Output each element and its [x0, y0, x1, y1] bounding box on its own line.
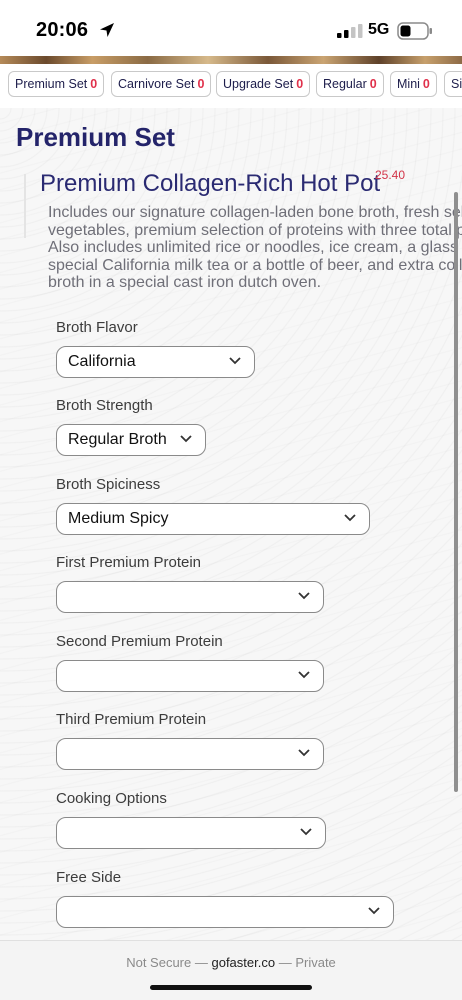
chevron-down-icon — [368, 907, 380, 915]
chevron-down-icon — [344, 514, 356, 522]
cooking-options-label: Cooking Options — [56, 790, 167, 807]
chevron-down-icon — [180, 435, 192, 443]
tab-label: Sid — [451, 77, 462, 91]
status-bar: 20:06 5G — [0, 0, 462, 56]
free-side-label: Free Side — [56, 869, 122, 886]
tab-label: Premium Set — [15, 77, 88, 91]
category-tabs: Premium Set 0 Carnivore Set 0 Upgrade Set 0… — [0, 64, 462, 108]
broth-spiciness-select[interactable]: Medium Spicy — [56, 503, 370, 535]
tab-count: 0 — [90, 77, 98, 91]
item-divider — [24, 174, 26, 238]
scrollbar[interactable] — [454, 192, 458, 792]
address-bar[interactable]: Not Secure — gofaster.co — Private — [0, 955, 462, 970]
broth-flavor-select[interactable]: California — [56, 346, 255, 378]
section-title: Premium Set — [16, 122, 175, 152]
tab-label: Regular — [323, 77, 367, 91]
broth-spiciness-label: Broth Spiciness — [56, 476, 161, 493]
chevron-down-icon — [229, 357, 241, 365]
tab-upgrade-set[interactable]: Upgrade Set 0 — [216, 71, 311, 97]
description-line: Also includes unlimited rice or noodles,… — [48, 239, 462, 256]
description-line: special California milk tea or a bottle … — [48, 256, 462, 274]
chevron-down-icon — [300, 828, 312, 836]
location-arrow-icon — [100, 23, 114, 37]
chevron-down-icon — [298, 671, 310, 679]
tab-carnivore-set[interactable]: Carnivore Set 0 — [111, 71, 212, 97]
tab-label: Carnivore Set — [118, 77, 195, 91]
third-protein-select[interactable] — [56, 738, 324, 770]
second-protein-label: Second Premium Protein — [56, 633, 223, 650]
home-indicator[interactable] — [150, 985, 312, 990]
chevron-down-icon — [298, 749, 310, 757]
tab-mini[interactable]: Mini 0 — [390, 71, 437, 97]
item-title: Premium Collagen-Rich Hot Pot — [40, 170, 381, 197]
cellular-signal-icon — [337, 24, 363, 38]
status-time: 20:06 — [36, 19, 89, 41]
broth-spiciness-value: Medium Spicy — [68, 510, 169, 527]
cooking-options-select[interactable] — [56, 817, 326, 849]
broth-flavor-value: California — [68, 353, 136, 370]
third-protein-label: Third Premium Protein — [56, 711, 207, 728]
battery-icon — [397, 22, 432, 40]
chevron-down-icon — [298, 592, 310, 600]
tab-count: 0 — [369, 77, 377, 91]
broth-strength-value: Regular Broth — [68, 431, 167, 448]
tab-count: 0 — [197, 77, 205, 91]
network-type: 5G — [368, 21, 390, 38]
tab-sides[interactable]: Sid — [444, 71, 462, 97]
broth-strength-label: Broth Strength — [56, 397, 153, 414]
browsing-mode: — Private — [278, 955, 336, 970]
item-price: 25.40 — [375, 168, 406, 182]
free-side-select[interactable] — [56, 896, 394, 928]
hero-image — [0, 56, 462, 64]
item-description: Includes our signature collagen-laden bo… — [48, 204, 462, 292]
broth-strength-select[interactable]: Regular Broth — [56, 424, 206, 456]
description-line: broth in a special cast iron dutch oven. — [48, 274, 322, 291]
security-status: Not Secure — — [126, 955, 208, 970]
first-protein-label: First Premium Protein — [56, 554, 202, 571]
tab-label: Upgrade Set — [223, 77, 294, 91]
tab-premium-set[interactable]: Premium Set 0 — [8, 71, 105, 97]
second-protein-select[interactable] — [56, 660, 324, 692]
first-protein-select[interactable] — [56, 581, 324, 613]
description-line: vegetables, premium selection of protein… — [48, 221, 462, 239]
browser-bottom-bar: Not Secure — gofaster.co — Private — [0, 940, 462, 1000]
tab-regular[interactable]: Regular 0 — [316, 71, 384, 97]
tab-count: 0 — [296, 77, 304, 91]
menu-content: Premium Set Premium Collagen-Rich Hot Po… — [0, 108, 462, 940]
description-line: Includes our signature collagen-laden bo… — [48, 204, 462, 221]
tab-count: 0 — [422, 77, 430, 91]
broth-flavor-label: Broth Flavor — [56, 319, 138, 336]
tab-label: Mini — [397, 77, 420, 91]
site-domain: gofaster.co — [211, 955, 276, 970]
